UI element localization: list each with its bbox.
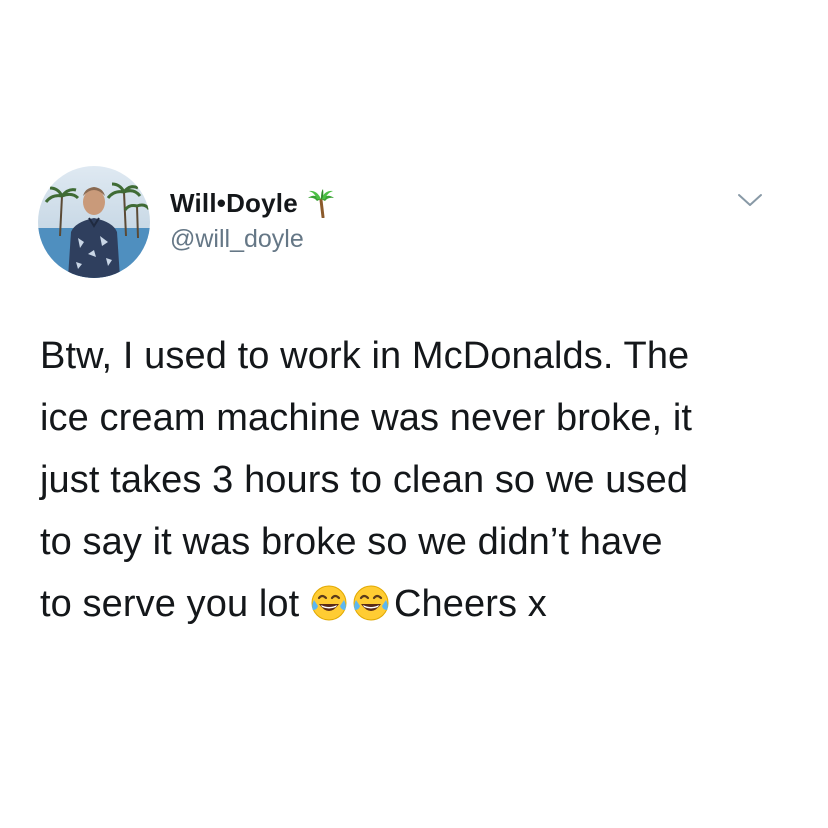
user-handle[interactable]: @will_doyle: [170, 225, 304, 254]
palm-tree-icon: [306, 188, 336, 219]
tweet-card: Will•Doyle @will_doyle Btw, I used to wo…: [0, 0, 828, 828]
tweet-closing-text: Cheers x: [393, 583, 547, 625]
avatar-photo-icon: [38, 166, 150, 278]
chevron-down-icon: [738, 194, 762, 206]
author-name-row[interactable]: Will•Doyle: [170, 186, 336, 220]
display-name[interactable]: Will•Doyle: [170, 188, 298, 219]
tweet-text-line: ice cream machine was never broke, it: [40, 397, 693, 439]
face-with-tears-of-joy-icon: [352, 584, 390, 622]
tweet-text-line: to say it was broke so we didn’t have: [40, 521, 663, 563]
tweet-text-last-line: to serve you lot Cheers x: [40, 573, 800, 635]
tweet-text-line: Btw, I used to work in McDonalds. The: [40, 335, 690, 377]
tweet-text: Btw, I used to work in McDonalds. The ic…: [40, 325, 800, 635]
tweet-menu-button[interactable]: [736, 191, 764, 211]
face-with-tears-of-joy-icon: [310, 584, 348, 622]
tweet-text-line: just takes 3 hours to clean so we used: [40, 459, 689, 501]
avatar[interactable]: [38, 166, 150, 278]
tweet-text-segment: to serve you lot: [40, 583, 310, 625]
